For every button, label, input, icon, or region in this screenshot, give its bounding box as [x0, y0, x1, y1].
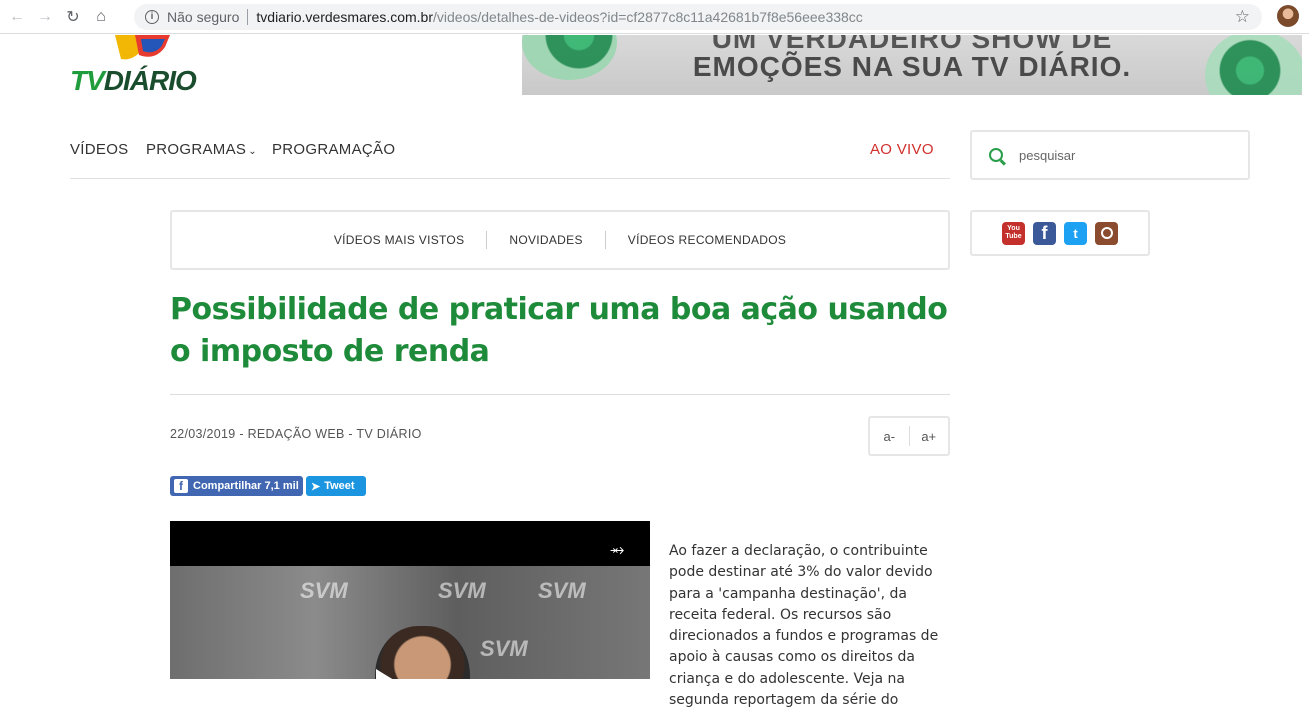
- chevron-down-icon: ⌄: [248, 146, 257, 157]
- video-watermark: SVM: [538, 578, 586, 603]
- nav-programacao[interactable]: PROGRAMAÇÃO: [272, 141, 395, 158]
- share-icon[interactable]: ⥇: [610, 539, 624, 560]
- share-label: Compartilhar 7,1 mil: [193, 480, 299, 492]
- subnav-novidades[interactable]: NOVIDADES: [487, 233, 604, 247]
- logo-tv: TV: [70, 65, 105, 96]
- title-divider: [170, 394, 950, 395]
- video-subnav: VÍDEOS MAIS VISTOS NOVIDADES VÍDEOS RECO…: [170, 210, 950, 270]
- address-separator: [247, 9, 249, 25]
- profile-avatar[interactable]: [1277, 5, 1299, 27]
- youtube-icon[interactable]: You Tube: [1002, 221, 1025, 245]
- play-icon[interactable]: [376, 669, 402, 679]
- font-size-control: a- a+: [868, 416, 950, 456]
- search-input[interactable]: [1019, 147, 1219, 163]
- bookmark-star-icon[interactable]: ☆: [1235, 7, 1250, 27]
- banner-line2: EMOÇÕES NA SUA TV DIÁRIO.: [692, 51, 1132, 82]
- font-increase-button[interactable]: a+: [909, 429, 948, 444]
- twitter-bird-icon: ➤: [311, 480, 321, 493]
- ad-banner[interactable]: UM VERDADEIRO SHOW DE EMOÇÕES NA SUA TV …: [522, 35, 1302, 95]
- nav-ao-vivo[interactable]: AO VIVO: [870, 141, 934, 158]
- facebook-icon[interactable]: f: [1033, 221, 1056, 245]
- nav-programas-label: PROGRAMAS: [146, 141, 247, 158]
- video-watermark: SVM: [480, 636, 528, 661]
- article-title: Possibilidade de praticar uma boa ação u…: [170, 292, 948, 369]
- reload-icon[interactable]: ↻: [62, 6, 84, 28]
- subnav-mais-vistos[interactable]: VÍDEOS MAIS VISTOS: [312, 233, 487, 247]
- instagram-lens: [1100, 227, 1113, 239]
- font-decrease-button[interactable]: a-: [870, 429, 909, 444]
- nav-programas[interactable]: PROGRAMAS ⌄: [146, 141, 257, 158]
- facebook-share-button[interactable]: f Compartilhar 7,1 mil: [170, 476, 303, 496]
- logo-wordmark: TVDIÁRIO: [70, 65, 197, 97]
- facebook-mini-icon: f: [174, 479, 188, 493]
- article-body: Ao fazer a declaração, o contribuinte po…: [669, 543, 939, 709]
- article-byline: 22/03/2019 - REDAÇÃO WEB - TV DIÁRIO: [170, 427, 422, 441]
- social-links: You Tube f t: [970, 210, 1150, 256]
- url-path: /videos/detalhes-de-videos?id=cf2877c8c1…: [433, 9, 863, 25]
- search-box: [970, 130, 1250, 180]
- video-player[interactable]: SVM SVM SVM SVM ⥇: [170, 521, 650, 679]
- back-arrow-icon[interactable]: ←: [6, 6, 28, 28]
- tweet-label: Tweet: [324, 480, 355, 492]
- info-icon[interactable]: i: [145, 10, 159, 24]
- security-label: Não seguro: [167, 9, 240, 25]
- logo-mark-icon: [115, 35, 170, 60]
- tweet-button[interactable]: ➤ Tweet: [306, 476, 366, 496]
- url-host: tvdiario.verdesmares.com.br: [256, 9, 434, 25]
- logo-diario: DIÁRIO: [103, 65, 197, 96]
- nav-videos[interactable]: VÍDEOS: [70, 141, 128, 158]
- site-logo[interactable]: TVDIÁRIO: [70, 35, 215, 97]
- address-bar[interactable]: i Não seguro tvdiario.verdesmares.com.br…: [134, 4, 1262, 30]
- home-icon[interactable]: ⌂: [90, 6, 112, 28]
- forward-arrow-icon[interactable]: →: [34, 6, 56, 28]
- video-frame: SVM SVM SVM SVM: [170, 566, 650, 679]
- search-icon[interactable]: [989, 148, 1003, 162]
- instagram-icon[interactable]: [1095, 221, 1118, 245]
- browser-toolbar: ← → ↻ ⌂ i Não seguro tvdiario.verdesmare…: [0, 0, 1309, 34]
- main-nav: VÍDEOS PROGRAMAS ⌄ PROGRAMAÇÃO AO VIVO: [70, 131, 950, 179]
- video-watermark: SVM: [300, 578, 348, 603]
- subnav-recomendados[interactable]: VÍDEOS RECOMENDADOS: [606, 233, 808, 247]
- video-watermark: SVM: [438, 578, 486, 603]
- twitter-icon[interactable]: t: [1064, 221, 1087, 245]
